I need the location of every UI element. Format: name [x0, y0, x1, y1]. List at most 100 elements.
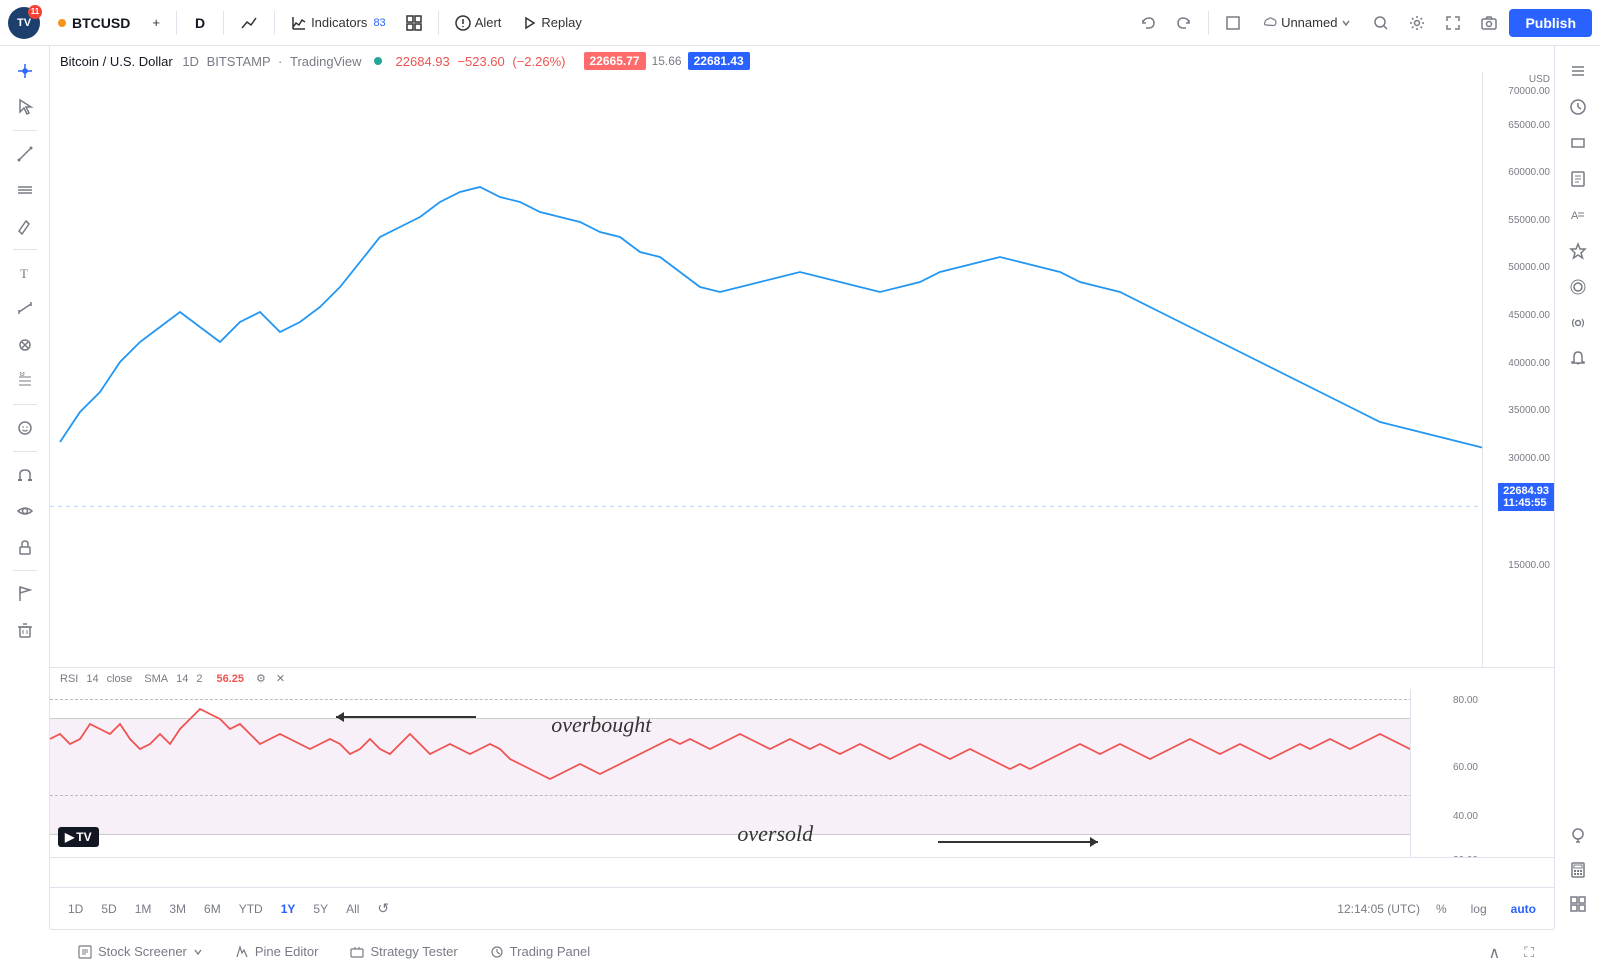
settings-button[interactable] — [1401, 11, 1433, 35]
eye-tool[interactable] — [8, 494, 42, 528]
period-1d[interactable]: 1D — [60, 898, 91, 920]
chart-title: Bitcoin / U.S. Dollar 1D BITSTAMP · Trad… — [60, 54, 362, 69]
period-1y[interactable]: 1Y — [273, 898, 304, 920]
replay-button[interactable]: Replay — [513, 11, 589, 35]
tab-stock-screener[interactable]: Stock Screener — [62, 936, 219, 969]
strategy-tester-label: Strategy Tester — [370, 944, 457, 959]
tv-logo[interactable]: TV 11 — [8, 7, 40, 39]
symbol-icon — [58, 19, 66, 27]
oversold-label: oversold — [737, 821, 813, 847]
ideas-button[interactable] — [1561, 819, 1595, 853]
rsi-value: 56.25 — [217, 673, 245, 685]
layout-button[interactable] — [398, 11, 430, 35]
right-toolbar: A — [1554, 46, 1600, 929]
rsi-settings-icon[interactable]: ⚙ — [256, 672, 266, 685]
flag-tool[interactable] — [8, 577, 42, 611]
delete-tool[interactable] — [8, 613, 42, 647]
search-button[interactable] — [1365, 11, 1397, 35]
tab-pine-editor[interactable]: Pine Editor — [219, 936, 335, 969]
collapse-panel-button[interactable]: ∧ — [1480, 939, 1508, 967]
data-window-button[interactable]: A — [1561, 198, 1595, 232]
period-5d[interactable]: 5D — [93, 898, 124, 920]
redo-icon — [1176, 15, 1192, 31]
tab-trading-panel[interactable]: Trading Panel — [474, 936, 606, 969]
stock-screener-label: Stock Screener — [98, 944, 187, 959]
period-all[interactable]: All — [338, 898, 367, 920]
fibonacci-tool[interactable]: ⚙ — [8, 364, 42, 398]
line-chart-icon — [240, 14, 258, 32]
unnamed-label: Unnamed — [1281, 15, 1337, 30]
price-chart-svg — [50, 72, 1482, 667]
chart-type-button[interactable] — [232, 10, 266, 36]
fullscreen-button[interactable] — [1217, 11, 1249, 35]
period-1m[interactable]: 1M — [127, 898, 160, 920]
alert-button[interactable]: Alert — [447, 11, 510, 35]
add-symbol-button[interactable]: + — [144, 11, 168, 34]
crosshair-tool[interactable] — [8, 54, 42, 88]
percent-toggle[interactable]: % — [1428, 898, 1455, 920]
period-reset-icon[interactable]: ↺ — [369, 896, 397, 921]
rsi-sma-length: 14 — [176, 673, 188, 685]
fullscreen-icon — [1225, 15, 1241, 31]
undo-button[interactable] — [1132, 11, 1164, 35]
pine-editor-icon — [235, 945, 249, 959]
toolbar-right: Unnamed Publish — [1132, 9, 1592, 37]
pencil-tool[interactable] — [8, 209, 42, 243]
price-45k: 45000.00 — [1508, 310, 1550, 321]
grid-button[interactable] — [1561, 887, 1595, 921]
rsi-chart-container: overbought oversold 80.00 60.00 40.00 20… — [50, 689, 1482, 882]
price-30k: 30000.00 — [1508, 453, 1550, 464]
rsi-sma-label: SMA — [144, 673, 168, 685]
trend-line-tool[interactable] — [8, 137, 42, 171]
star-button[interactable] — [1561, 234, 1595, 268]
screenshot-button[interactable] — [1473, 11, 1505, 35]
clock-button[interactable] — [1561, 90, 1595, 124]
price-55k: 55000.00 — [1508, 215, 1550, 226]
calculator-button[interactable] — [1561, 853, 1595, 887]
notification-badge: 11 — [28, 5, 42, 19]
stock-screener-icon — [78, 945, 92, 959]
patterns-tool[interactable] — [8, 328, 42, 362]
notes-button[interactable] — [1561, 162, 1595, 196]
cursor-tool[interactable] — [8, 90, 42, 124]
left-toolbar: T ⚙ — [0, 46, 50, 929]
price-15k: 15000.00 — [1508, 560, 1550, 571]
layers-button[interactable] — [1561, 270, 1595, 304]
current-price-label: 22684.93 11:45:55 — [1498, 483, 1554, 511]
unnamed-button[interactable]: Unnamed — [1253, 11, 1361, 34]
indicator-lines-tool[interactable] — [8, 173, 42, 207]
broadcast-button[interactable] — [1561, 306, 1595, 340]
text-tool[interactable]: T — [8, 256, 42, 290]
rsi-close-icon[interactable]: ✕ — [276, 672, 285, 685]
measure-tool[interactable] — [8, 292, 42, 326]
log-toggle[interactable]: log — [1463, 898, 1495, 920]
indicators-button[interactable]: Indicators 83 — [283, 11, 394, 35]
price-50k: 50000.00 — [1508, 262, 1550, 273]
expand-panel-button[interactable]: ⛶ — [1516, 940, 1542, 965]
pine-editor-label: Pine Editor — [255, 944, 319, 959]
chevron-down-icon — [1341, 18, 1351, 28]
sep-1 — [176, 11, 177, 35]
auto-toggle[interactable]: auto — [1503, 898, 1544, 920]
tv-watermark: ▶TV — [58, 827, 99, 847]
rectangle-button[interactable] — [1561, 126, 1595, 160]
tab-strategy-tester[interactable]: Strategy Tester — [334, 936, 473, 969]
interval-button[interactable]: D — [185, 11, 215, 35]
bell-button[interactable] — [1561, 342, 1595, 376]
alert-icon — [455, 15, 471, 31]
watchlist-button[interactable] — [1561, 54, 1595, 88]
period-5y[interactable]: 5Y — [305, 898, 336, 920]
period-6m[interactable]: 6M — [196, 898, 229, 920]
emoji-tool[interactable] — [8, 411, 42, 445]
lock-tool[interactable] — [8, 530, 42, 564]
redo-button[interactable] — [1168, 11, 1200, 35]
period-ytd[interactable]: YTD — [231, 898, 271, 920]
period-3m[interactable]: 3M — [161, 898, 194, 920]
left-sep-2 — [13, 249, 37, 250]
main-price-chart[interactable]: USD 70000.00 65000.00 60000.00 55000.00 … — [50, 72, 1554, 667]
price-70k: 70000.00 — [1508, 86, 1550, 97]
publish-button[interactable]: Publish — [1509, 9, 1592, 37]
magnet-tool[interactable] — [8, 458, 42, 492]
expand-button[interactable] — [1437, 11, 1469, 35]
symbol-button[interactable]: BTCUSD — [48, 11, 140, 35]
